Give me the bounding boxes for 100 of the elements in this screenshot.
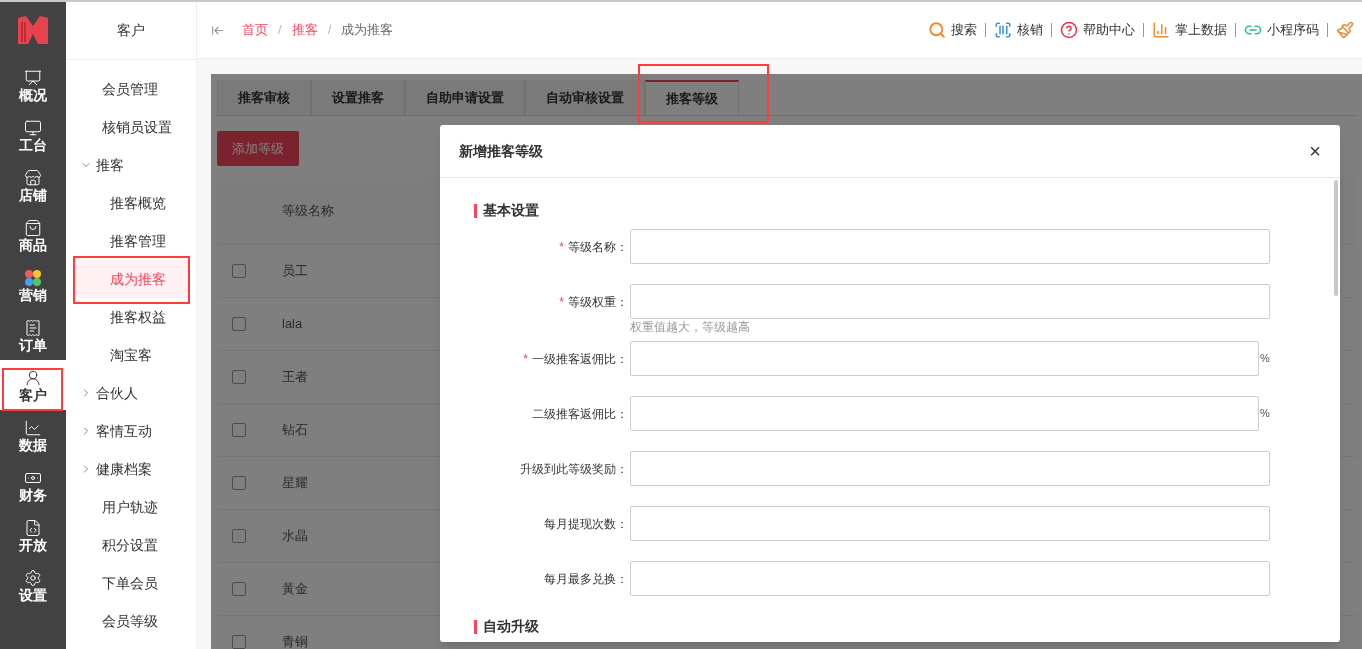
toolbar-link[interactable]: 搜索 — [920, 20, 985, 40]
required-mark: * — [559, 238, 564, 256]
toolbar-link[interactable]: 核销 — [986, 20, 1051, 40]
row-checkbox[interactable] — [232, 370, 246, 384]
nav-item[interactable]: 开放 — [0, 510, 66, 560]
tab[interactable]: 设置推客 — [311, 80, 405, 115]
input-field[interactable] — [630, 451, 1270, 486]
bag-icon — [24, 218, 42, 237]
input-field[interactable] — [630, 229, 1270, 264]
menu-group[interactable]: 健康档案 — [66, 450, 196, 488]
row-checkbox[interactable] — [232, 582, 246, 596]
submenu-item[interactable]: 会员管理 — [74, 70, 188, 108]
field-label: 每月提现次数： — [544, 515, 628, 533]
field-label: 升级到此等级奖励： — [520, 460, 628, 478]
store-icon — [24, 168, 42, 187]
input-field[interactable] — [630, 506, 1270, 541]
breadcrumb-link[interactable]: 首页 — [242, 20, 268, 40]
barcode-scan-icon — [994, 21, 1012, 39]
nav-item[interactable]: 营销 — [0, 260, 66, 310]
table-cell-text: 钻石 — [282, 421, 308, 440]
menu-group[interactable]: 推客 — [66, 146, 196, 184]
brush-icon[interactable] — [1336, 21, 1354, 39]
line-chart-icon — [24, 418, 42, 437]
nav-item[interactable]: 概况 — [0, 60, 66, 110]
percent-unit: % — [1260, 406, 1270, 422]
table-cell-text: 青铜 — [282, 633, 308, 649]
submenu-item[interactable]: 淘宝客 — [74, 336, 188, 374]
percent-unit: % — [1260, 351, 1270, 367]
toolbar-link[interactable]: 掌上数据 — [1144, 20, 1235, 40]
menu-group-label: 合伙人 — [96, 383, 138, 403]
toolbar-link[interactable]: 小程序码 — [1236, 20, 1327, 40]
breadcrumb-separator: / — [327, 21, 332, 40]
submenu-item[interactable]: 推客概览 — [74, 184, 188, 222]
nav-item[interactable]: 工台 — [0, 110, 66, 160]
nav-item[interactable]: 店铺 — [0, 160, 66, 210]
table-cell-text: 黃金 — [282, 580, 308, 599]
submenu-item[interactable]: 用户轨迹 — [74, 488, 188, 526]
input-field[interactable] — [630, 284, 1270, 319]
breadcrumb-separator: / — [278, 21, 282, 40]
submenu-title: 客户 — [66, 2, 196, 60]
menu-group-label: 推客 — [96, 155, 124, 175]
bar-chart-icon — [1152, 21, 1170, 39]
field-label: 二级推客返佣比： — [532, 405, 628, 423]
nav-item[interactable]: 数据 — [0, 410, 66, 460]
input-field[interactable] — [630, 396, 1259, 431]
search-icon — [928, 21, 946, 39]
help-icon — [1060, 21, 1078, 39]
required-mark: * — [523, 350, 528, 368]
colored-dots-icon — [24, 268, 42, 287]
nav-item[interactable]: 订单 — [0, 310, 66, 360]
row-checkbox[interactable] — [232, 529, 246, 543]
submenu-item[interactable]: 核销员设置 — [74, 108, 188, 146]
tab[interactable]: 自动审核设置 — [525, 80, 645, 115]
submenu-item[interactable]: 下单会员 — [74, 564, 188, 602]
tab[interactable]: 推客审核 — [217, 80, 311, 115]
table-cell-text: 员工 — [282, 262, 308, 281]
column-header: 等级名称 — [282, 202, 334, 221]
field-label: 一级推客返佣比： — [532, 350, 628, 368]
row-checkbox[interactable] — [232, 264, 246, 278]
nav-item[interactable]: 设置 — [0, 560, 66, 610]
collapse-icon[interactable] — [211, 23, 224, 37]
row-checkbox[interactable] — [232, 317, 246, 331]
table-cell-text: 王者 — [282, 368, 308, 387]
dialog-title: 新增推客等级 — [459, 141, 543, 161]
row-checkbox[interactable] — [232, 423, 246, 437]
submenu-item[interactable]: 积分设置 — [74, 526, 188, 564]
row-checkbox[interactable] — [232, 635, 246, 649]
row-checkbox[interactable] — [232, 476, 246, 490]
input-field[interactable] — [630, 561, 1270, 596]
tab[interactable]: 自助申请设置 — [405, 80, 525, 115]
receipt-icon — [24, 318, 42, 337]
screen-chart-icon — [24, 68, 42, 87]
menu-group[interactable]: 合伙人 — [66, 374, 196, 412]
user-icon — [24, 368, 42, 387]
required-mark: * — [559, 293, 564, 311]
submenu-item[interactable]: 推客管理 — [74, 222, 188, 260]
menu-group-label: 健康档案 — [96, 459, 152, 479]
input-field[interactable] — [630, 341, 1259, 376]
settings-icon — [24, 568, 42, 587]
field-label: 等级权重： — [568, 293, 628, 311]
table-cell-text: 星耀 — [282, 474, 308, 493]
nav-item[interactable]: 财务 — [0, 460, 66, 510]
submenu-item[interactable]: 会员等级 — [74, 602, 188, 640]
section-title: 自动升级 — [483, 617, 539, 636]
field-label: 每月最多兑换： — [544, 570, 628, 588]
code-file-icon — [24, 518, 42, 537]
monitor-icon — [24, 118, 42, 137]
highlight-frame — [2, 368, 63, 411]
nav-item[interactable]: 商品 — [0, 210, 66, 260]
breadcrumb-current: 成为推客 — [341, 21, 394, 40]
submenu-item[interactable]: 推客权益 — [74, 298, 188, 336]
toolbar-link[interactable]: 帮助中心 — [1052, 20, 1143, 40]
scrollbar[interactable] — [1334, 180, 1338, 296]
menu-group-label: 客情互动 — [96, 421, 152, 441]
nav-item[interactable]: 客户 — [0, 360, 66, 410]
menu-group[interactable]: 客情互动 — [66, 412, 196, 450]
tab[interactable]: 推客等级 — [645, 80, 739, 115]
field-label: 等级名称： — [568, 238, 628, 256]
breadcrumb-link[interactable]: 推客 — [291, 20, 318, 40]
close-button[interactable]: × — [1309, 141, 1321, 161]
